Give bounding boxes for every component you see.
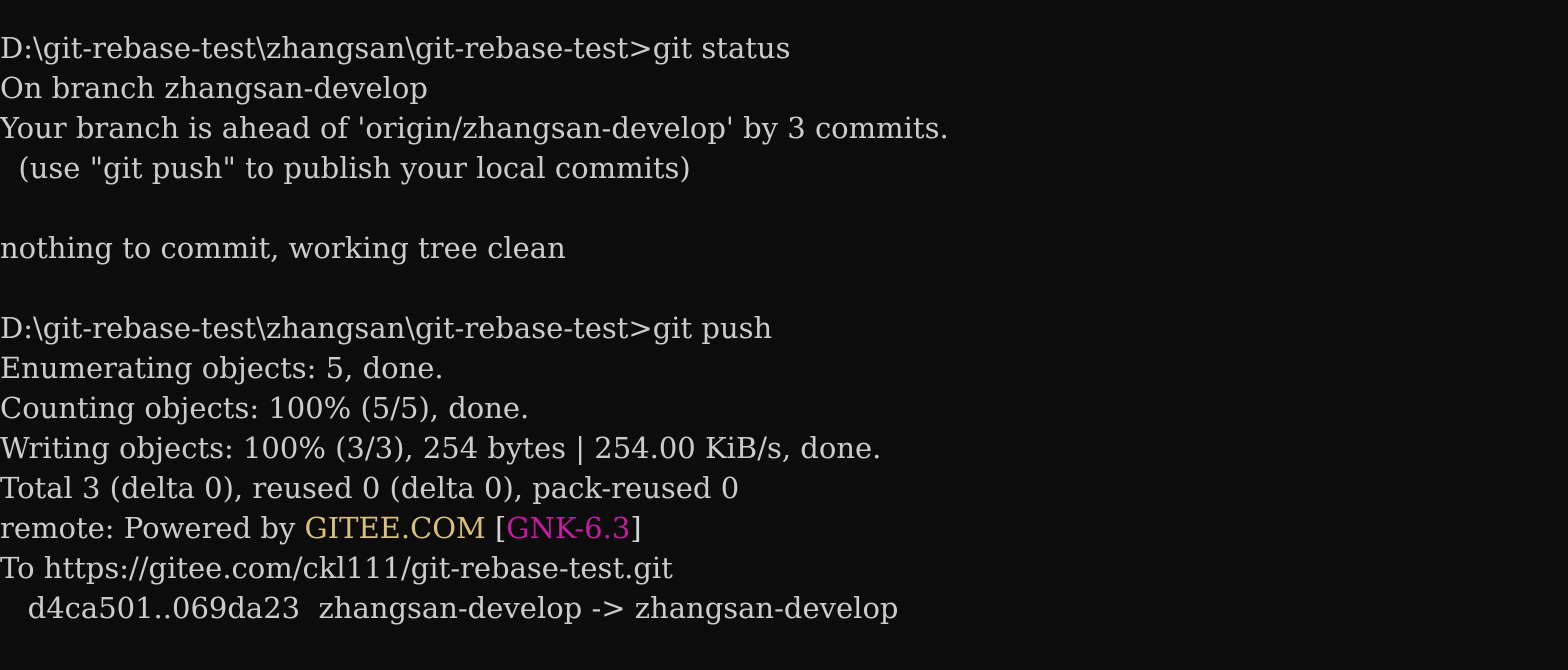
terminal-line-ref-update: d4ca501..069da23 zhangsan-develop -> zha…	[0, 588, 1568, 628]
terminal-line-on-branch: On branch zhangsan-develop	[0, 68, 1568, 108]
terminal-line-counting-objects: Counting objects: 100% (5/5), done.	[0, 388, 1568, 428]
terminal-line-blank-1	[0, 188, 1568, 228]
terminal-line-branch-ahead: Your branch is ahead of 'origin/zhangsan…	[0, 108, 1568, 148]
terminal-line-prompt-git-push: D:\git-rebase-test\zhangsan\git-rebase-t…	[0, 308, 1568, 348]
terminal-line-to-remote-url: To https://gitee.com/ckl111/git-rebase-t…	[0, 548, 1568, 588]
terminal-line-total-delta: Total 3 (delta 0), reused 0 (delta 0), p…	[0, 468, 1568, 508]
terminal-text-segment: (use "git push" to publish your local co…	[0, 151, 691, 185]
terminal-text-segment: D:\git-rebase-test\zhangsan\git-rebase-t…	[0, 31, 791, 65]
terminal-line-nothing-to-commit: nothing to commit, working tree clean	[0, 228, 1568, 268]
terminal-line-enumerating-objects: Enumerating objects: 5, done.	[0, 348, 1568, 388]
terminal-text-segment: [	[494, 511, 507, 545]
terminal-line-blank-2	[0, 268, 1568, 308]
terminal-line-remote-powered-by: remote: Powered by GITEE.COM [GNK-6.3]	[0, 508, 1568, 548]
terminal-text-segment: On branch zhangsan-develop	[0, 71, 428, 105]
terminal-text-segment: nothing to commit, working tree clean	[0, 231, 566, 265]
terminal-text-segment: Counting objects: 100% (5/5), done.	[0, 391, 530, 425]
terminal-text-segment: GNK-6.3	[506, 511, 631, 545]
terminal-text-segment: D:\git-rebase-test\zhangsan\git-rebase-t…	[0, 311, 773, 345]
terminal-text-segment: remote: Powered by	[0, 511, 305, 545]
terminal-text-segment: ]	[630, 511, 642, 545]
terminal-text-segment: GITEE.COM	[304, 511, 486, 545]
terminal-text-segment: Enumerating objects: 5, done.	[0, 351, 444, 385]
terminal-line-writing-objects: Writing objects: 100% (3/3), 254 bytes |…	[0, 428, 1568, 468]
terminal-text-segment: To https://gitee.com/ckl111/git-rebase-t…	[0, 551, 673, 585]
terminal-text-segment: d4ca501..069da23 zhangsan-develop -> zha…	[0, 591, 899, 625]
terminal-line-prompt-git-status: D:\git-rebase-test\zhangsan\git-rebase-t…	[0, 28, 1568, 68]
terminal-line-use-git-push-hint: (use "git push" to publish your local co…	[0, 148, 1568, 188]
terminal-output-area[interactable]: D:\git-rebase-test\zhangsan\git-rebase-t…	[0, 0, 1568, 670]
terminal-text-segment: Total 3 (delta 0), reused 0 (delta 0), p…	[0, 471, 740, 505]
terminal-text-segment: Your branch is ahead of 'origin/zhangsan…	[0, 111, 949, 145]
terminal-text-segment: Writing objects: 100% (3/3), 254 bytes |…	[0, 431, 882, 465]
